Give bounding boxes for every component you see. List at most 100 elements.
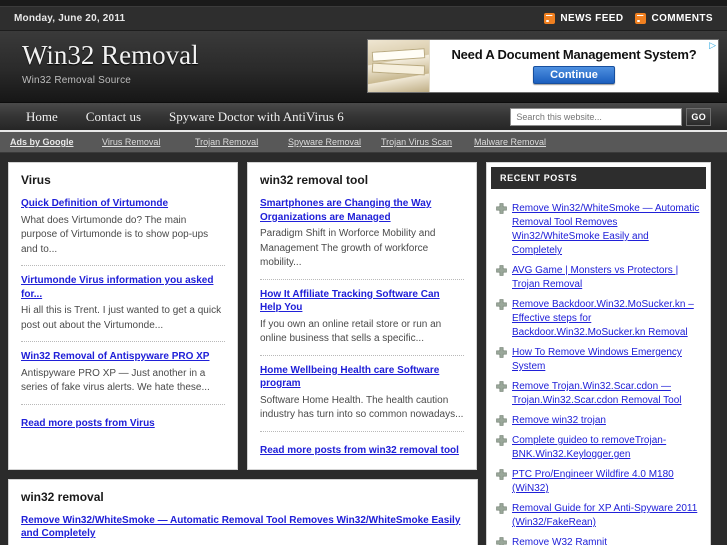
nav-item-contact-us[interactable]: Contact us: [72, 109, 155, 125]
list-item: Remove W32 Ramnit: [496, 533, 701, 545]
google-ads-strip: Ads by Google Virus Removal Trojan Remov…: [0, 132, 727, 153]
list-item: Remove win32 trojan: [496, 411, 701, 431]
site-tagline: Win32 Removal Source: [22, 74, 132, 86]
ad-continue-button[interactable]: Continue: [533, 65, 615, 84]
box-title: win32 removal tool: [260, 173, 369, 187]
recent-post-link[interactable]: How To Remove Windows Emergency System: [512, 346, 701, 374]
news-feed-link[interactable]: NEWS FEED: [544, 13, 623, 24]
page-content: Virus Quick Definition of Virtumonde Wha…: [0, 153, 727, 545]
post-entry: Smartphones are Changing the Way Organiz…: [260, 197, 464, 279]
readmore-row: Read more posts from Virus: [21, 403, 225, 431]
widget-list: Remove Win32/WhiteSmoke — Automatic Remo…: [487, 193, 710, 545]
post-title-link[interactable]: Remove Win32/WhiteSmoke — Automatic Remo…: [21, 514, 465, 541]
post-excerpt: Software Home Health. The health caution…: [260, 394, 464, 421]
plus-bullet-icon: [496, 347, 507, 358]
plus-bullet-icon: [496, 265, 507, 276]
post-title-link[interactable]: Home Wellbeing Health care Software prog…: [260, 364, 464, 391]
search-go-button[interactable]: GO: [686, 107, 711, 126]
ad-content: Need A Document Management System? Conti…: [430, 45, 718, 88]
ads-by-google-label[interactable]: Ads by Google: [10, 137, 102, 147]
search-form: GO: [510, 107, 715, 126]
recent-post-link[interactable]: PTC Pro/Engineer Wildfire 4.0 M180 (WiN3…: [512, 468, 701, 496]
recent-post-link[interactable]: Remove Trojan.Win32.Scar.cdon — Trojan.W…: [512, 380, 701, 408]
site-branding[interactable]: Win32 Removal Win32 Removal Source: [22, 40, 199, 86]
plus-bullet-icon: [496, 299, 507, 310]
category-box-win32-removal-tool: win32 removal tool Smartphones are Chang…: [247, 162, 477, 470]
plus-bullet-icon: [496, 381, 507, 392]
recent-post-link[interactable]: Removal Guide for XP Anti-Spyware 2011 (…: [512, 502, 701, 530]
readmore-row: Read more posts from win32 removal tool: [260, 430, 464, 458]
post-entry: Remove Win32/WhiteSmoke — Automatic Remo…: [21, 514, 465, 545]
ad-link-malware-removal[interactable]: Malware Removal: [474, 137, 567, 147]
post-title-link[interactable]: Virtumonde Virus information you asked f…: [21, 274, 225, 301]
nav-item-spyware-doctor[interactable]: Spyware Doctor with AntiVirus 6: [155, 109, 358, 125]
category-box-virus: Virus Quick Definition of Virtumonde Wha…: [8, 162, 238, 470]
post-excerpt: Antispyware PRO XP — Just another in a s…: [21, 367, 210, 394]
recent-post-link[interactable]: AVG Game | Monsters vs Protectors | Troj…: [512, 264, 701, 292]
recent-post-link[interactable]: Remove Backdoor.Win32.MoSucker.kn – Effe…: [512, 298, 701, 340]
list-item: PTC Pro/Engineer Wildfire 4.0 M180 (WiN3…: [496, 465, 701, 499]
post-excerpt: What does Virtumonde do? The main purpos…: [21, 214, 209, 255]
post-excerpt: Hi all this is Trent. I just wanted to g…: [21, 305, 222, 331]
plus-bullet-icon: [496, 435, 507, 446]
sidebar: RECENT POSTS Remove Win32/WhiteSmoke — A…: [486, 162, 711, 545]
site-title: Win32 Removal: [22, 40, 199, 70]
header-ad-banner[interactable]: Need A Document Management System? Conti…: [367, 39, 719, 93]
widget-heading: RECENT POSTS: [491, 167, 706, 189]
main-navigation: Home Contact us Spyware Doctor with Anti…: [0, 103, 727, 132]
adchoices-icon[interactable]: ▷: [709, 41, 716, 50]
list-item: Removal Guide for XP Anti-Spyware 2011 (…: [496, 499, 701, 533]
site-header: Win32 Removal Win32 Removal Source Need …: [0, 31, 727, 103]
feed-links: NEWS FEED COMMENTS: [544, 13, 713, 24]
plus-bullet-icon: [496, 537, 507, 545]
post-entry: Quick Definition of Virtumonde What does…: [21, 197, 225, 265]
read-more-link[interactable]: Read more posts from Virus: [21, 418, 155, 429]
news-feed-label: NEWS FEED: [560, 13, 624, 24]
list-item: Remove Backdoor.Win32.MoSucker.kn – Effe…: [496, 295, 701, 343]
plus-bullet-icon: [496, 503, 507, 514]
list-item: How To Remove Windows Emergency System: [496, 343, 701, 377]
list-item: AVG Game | Monsters vs Protectors | Troj…: [496, 261, 701, 295]
ad-link-spyware-removal[interactable]: Spyware Removal: [288, 137, 381, 147]
recent-post-link[interactable]: Complete guideo to removeTrojan-BNK.Win3…: [512, 434, 701, 462]
box-title: win32 removal: [21, 489, 104, 504]
comments-feed-link[interactable]: COMMENTS: [635, 13, 713, 24]
comments-label: COMMENTS: [651, 13, 713, 24]
category-box-win32-removal: win32 removal Remove Win32/WhiteSmoke — …: [8, 478, 478, 545]
widget-recent-posts: RECENT POSTS Remove Win32/WhiteSmoke — A…: [486, 162, 711, 545]
top-utility-bar: Monday, June 20, 2011 NEWS FEED COMMENTS: [0, 6, 727, 31]
ad-link-virus-removal[interactable]: Virus Removal: [102, 137, 195, 147]
post-excerpt: If you own an online retail store or run…: [260, 318, 442, 345]
read-more-link[interactable]: Read more posts from win32 removal tool: [260, 445, 459, 456]
post-title-link[interactable]: Win32 Removal of Antispyware PRO XP: [21, 350, 225, 364]
rss-icon: [635, 13, 647, 24]
list-item: Complete guideo to removeTrojan-BNK.Win3…: [496, 431, 701, 465]
two-column-row: Virus Quick Definition of Virtumonde Wha…: [8, 162, 478, 479]
post-title-link[interactable]: Quick Definition of Virtumonde: [21, 197, 225, 211]
ad-link-trojan-removal[interactable]: Trojan Removal: [195, 137, 288, 147]
plus-bullet-icon: [496, 469, 507, 480]
post-entry: Virtumonde Virus information you asked f…: [21, 265, 225, 341]
list-item: Remove Win32/WhiteSmoke — Automatic Remo…: [496, 199, 701, 261]
document-stack-image: [368, 40, 430, 92]
list-item: Remove Trojan.Win32.Scar.cdon — Trojan.W…: [496, 377, 701, 411]
post-entry: Win32 Removal of Antispyware PRO XP Anti…: [21, 341, 225, 404]
search-input[interactable]: [510, 107, 683, 126]
recent-post-link[interactable]: Remove win32 trojan: [512, 414, 606, 428]
post-title-link[interactable]: How It Affiliate Tracking Software Can H…: [260, 288, 464, 315]
main-content-column: Virus Quick Definition of Virtumonde Wha…: [8, 162, 478, 545]
ad-link-trojan-virus-scan[interactable]: Trojan Virus Scan: [381, 137, 474, 147]
recent-post-link[interactable]: Remove W32 Ramnit: [512, 536, 607, 545]
ad-headline: Need A Document Management System?: [451, 46, 697, 62]
plus-bullet-icon: [496, 415, 507, 426]
box-title: Virus: [21, 173, 51, 187]
rss-icon: [544, 13, 556, 24]
current-date: Monday, June 20, 2011: [14, 13, 126, 24]
recent-post-link[interactable]: Remove Win32/WhiteSmoke — Automatic Remo…: [512, 202, 701, 258]
plus-bullet-icon: [496, 203, 507, 214]
post-entry: Home Wellbeing Health care Software prog…: [260, 354, 464, 431]
post-excerpt: Paradigm Shift in Worforce Mobility and …: [260, 228, 436, 268]
post-title-link[interactable]: Smartphones are Changing the Way Organiz…: [260, 197, 464, 224]
post-entry: How It Affiliate Tracking Software Can H…: [260, 278, 464, 355]
nav-item-home[interactable]: Home: [12, 109, 72, 125]
